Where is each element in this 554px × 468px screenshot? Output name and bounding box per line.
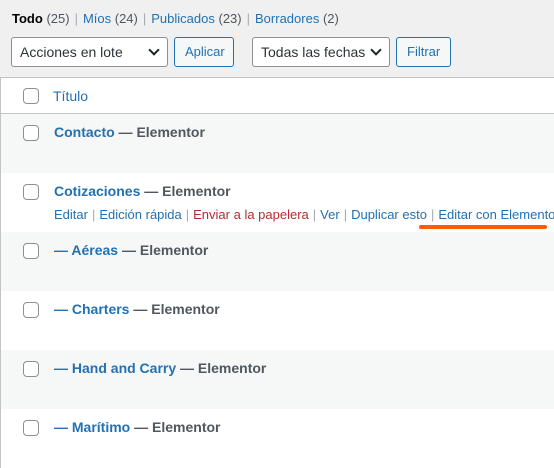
- filter-drafts-link[interactable]: Borradores: [255, 11, 319, 26]
- row-title-link[interactable]: — Aéreas: [54, 242, 118, 258]
- row-checkbox[interactable]: [23, 243, 39, 259]
- filter-mine-count: (24): [114, 11, 138, 26]
- duplicate-link[interactable]: Duplicar esto: [351, 207, 427, 222]
- post-state: — Elementor: [114, 124, 205, 140]
- filter-mine[interactable]: Míos (24): [83, 11, 138, 26]
- filter-drafts-count: (2): [322, 11, 339, 26]
- filter-all-link[interactable]: Todo: [12, 11, 43, 26]
- row-title: — Marítimo — Elementor: [54, 419, 220, 435]
- row-actions: Editar | Edición rápida | Enviar a la papele…: [54, 207, 554, 222]
- filter-separator: |: [142, 11, 147, 26]
- filter-mine-link[interactable]: Míos: [83, 11, 111, 26]
- table-row: — Marítimo — Elementor: [1, 409, 554, 468]
- row-title: Cotizaciones — Elementor: [54, 183, 231, 199]
- table-row: Contacto — Elementor: [1, 114, 554, 173]
- trash-link[interactable]: Enviar a la papelera: [193, 207, 309, 222]
- status-filters: Todo (25) | Míos (24) | Publicados (23) | Borr…: [12, 10, 339, 28]
- row-title-link[interactable]: — Marítimo: [54, 419, 130, 435]
- chevron-down-icon: [370, 44, 382, 56]
- row-checkbox[interactable]: [23, 184, 39, 200]
- row-title: — Charters — Elementor: [54, 301, 220, 317]
- filter-separator: |: [246, 11, 251, 26]
- select-all-checkbox[interactable]: [23, 88, 39, 104]
- apply-button[interactable]: Aplicar: [174, 37, 234, 67]
- bulk-actions-value: Acciones en lote: [20, 44, 123, 60]
- row-title: — Aéreas — Elementor: [54, 242, 208, 258]
- posts-list-screen: Todo (25) | Míos (24) | Publicados (23) | Borr…: [0, 0, 554, 468]
- table-row: — Aéreas — Elementor: [1, 232, 554, 291]
- filter-all-count: (25): [46, 11, 70, 26]
- quick-edit-link[interactable]: Edición rápida: [99, 207, 181, 222]
- row-checkbox[interactable]: [23, 361, 39, 377]
- filter-button[interactable]: Filtrar: [396, 37, 451, 67]
- row-checkbox[interactable]: [23, 125, 39, 141]
- bulk-actions-select[interactable]: Acciones en lote: [11, 37, 168, 67]
- action-separator: |: [430, 207, 435, 222]
- action-separator: |: [312, 207, 317, 222]
- dates-value: Todas las fechas: [261, 44, 366, 60]
- filter-separator: |: [74, 11, 78, 26]
- dates-select[interactable]: Todas las fechas: [252, 37, 390, 67]
- highlight-underline: [419, 225, 547, 229]
- table-row: Cotizaciones — Elementor Editar | Edición …: [1, 173, 554, 232]
- filter-all[interactable]: Todo (25): [12, 11, 70, 26]
- table-header: Título: [1, 78, 554, 114]
- table-row: — Hand and Carry — Elementor: [1, 350, 554, 409]
- edit-with-elementor-link[interactable]: Editar con Elementor: [438, 207, 554, 222]
- row-checkbox[interactable]: [23, 302, 39, 318]
- post-state: — Elementor: [176, 360, 267, 376]
- post-state: — Elementor: [129, 301, 220, 317]
- column-title-sort-link[interactable]: Título: [53, 88, 88, 104]
- row-title-link[interactable]: — Hand and Carry: [54, 360, 176, 376]
- table-row: — Charters — Elementor: [1, 291, 554, 350]
- post-state: — Elementor: [140, 183, 231, 199]
- view-link[interactable]: Ver: [320, 207, 340, 222]
- row-checkbox[interactable]: [23, 420, 39, 436]
- filter-published-count: (23): [218, 11, 242, 26]
- action-separator: |: [343, 207, 348, 222]
- post-state: — Elementor: [130, 419, 221, 435]
- filter-drafts[interactable]: Borradores (2): [255, 11, 339, 26]
- posts-table: Título Contacto — Elementor Cotizaciones…: [0, 77, 554, 468]
- row-title: — Hand and Carry — Elementor: [54, 360, 266, 376]
- post-state: — Elementor: [118, 242, 209, 258]
- chevron-down-icon: [148, 44, 160, 56]
- filter-published-link[interactable]: Publicados: [151, 11, 215, 26]
- row-title: Contacto — Elementor: [54, 124, 205, 140]
- action-separator: |: [91, 207, 96, 222]
- row-title-link[interactable]: Cotizaciones: [54, 183, 140, 199]
- edit-link[interactable]: Editar: [54, 207, 88, 222]
- action-separator: |: [185, 207, 190, 222]
- filter-published[interactable]: Publicados (23): [151, 11, 241, 26]
- row-title-link[interactable]: Contacto: [54, 124, 115, 140]
- row-title-link[interactable]: — Charters: [54, 301, 129, 317]
